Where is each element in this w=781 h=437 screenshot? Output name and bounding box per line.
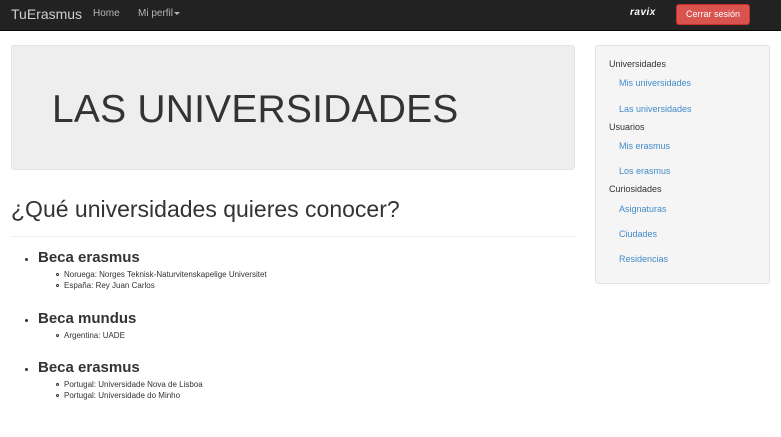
username-label: ravix [630,7,656,18]
sidebar-nav: Universidades Mis universidades Las univ… [595,45,770,284]
sidebar-link-mis-universidades[interactable]: Mis universidades [619,78,691,88]
page-title: LAS UNIVERSIDADES [52,88,459,131]
beca-group: Beca erasmus Portugal: Universidade Nova… [11,359,571,401]
nav-home-link[interactable]: Home [93,8,120,19]
university-item: Noruega: Norges Teknisk-Naturvitenskapel… [56,269,571,280]
sidebar-link-asignaturas[interactable]: Asignaturas [619,204,667,214]
section-heading: ¿Qué universidades quieres conocer? [11,196,400,222]
logout-button[interactable]: Cerrar sesión [676,4,750,25]
caret-down-icon [174,11,181,15]
jumbotron: LAS UNIVERSIDADES [11,45,575,170]
university-item: Portugal: Universidade do Minho [56,390,571,401]
university-list: Portugal: Universidade Nova de Lisboa Po… [56,379,571,401]
university-item: España: Rey Juan Carlos [56,280,571,291]
sidebar-header-usuarios: Usuarios [609,122,645,132]
sidebar-link-mis-erasmus[interactable]: Mis erasmus [619,141,670,151]
nav-profile-label: Mi perfil [138,8,174,19]
divider [11,236,575,237]
university-list: Argentina: UADE [56,330,571,341]
beca-title: Beca erasmus [25,359,598,376]
beca-title: Beca erasmus [25,249,598,266]
nav-profile-dropdown[interactable]: Mi perfil [138,8,181,19]
university-list: Noruega: Norges Teknisk-Naturvitenskapel… [56,269,571,291]
sidebar-header-curiosidades: Curiosidades [609,184,662,194]
sidebar-link-las-universidades[interactable]: Las universidades [619,104,692,114]
sidebar-link-ciudades[interactable]: Ciudades [619,229,657,239]
university-item: Portugal: Universidade Nova de Lisboa [56,379,571,390]
university-item: Argentina: UADE [56,330,571,341]
sidebar-link-los-erasmus[interactable]: Los erasmus [619,166,671,176]
sidebar-link-residencias[interactable]: Residencias [619,254,668,264]
brand-link[interactable]: TuErasmus [11,6,82,22]
beca-group: Beca mundus Argentina: UADE [11,310,571,341]
sidebar-header-universidades: Universidades [609,59,667,69]
beca-title: Beca mundus [25,310,598,327]
top-navbar: TuErasmus Home Mi perfil ravix Cerrar se… [0,0,781,31]
beca-group: Beca erasmus Noruega: Norges Teknisk-Nat… [11,249,571,291]
